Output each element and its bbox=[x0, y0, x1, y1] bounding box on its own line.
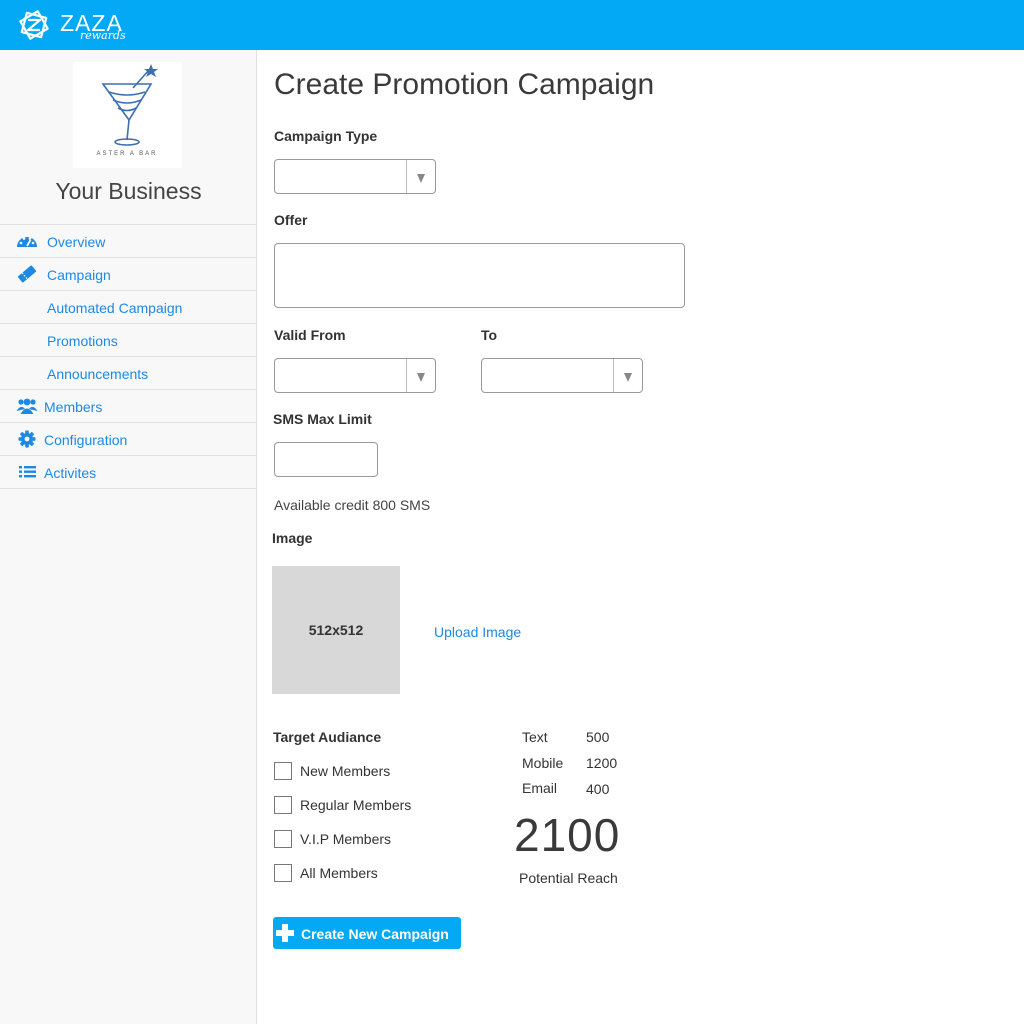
audience-new-members[interactable]: New Members bbox=[274, 761, 390, 781]
sidebar-item-activites[interactable]: Activites bbox=[0, 456, 257, 489]
business-name: Your Business bbox=[55, 178, 202, 204]
audience-vip-members[interactable]: V.I.P Members bbox=[274, 829, 391, 849]
sidebar-item-label: Announcements bbox=[47, 366, 149, 382]
sidebar-item-members[interactable]: Members bbox=[0, 390, 257, 423]
ticket-icon bbox=[17, 265, 37, 283]
select-divider bbox=[406, 359, 407, 392]
target-audience-label: Target Audiance bbox=[273, 729, 382, 745]
to-label: To bbox=[481, 327, 498, 343]
valid-to-select[interactable] bbox=[481, 358, 643, 393]
stat-email-value: 400 bbox=[586, 781, 610, 797]
checkbox-label: All Members bbox=[300, 865, 378, 881]
sms-max-limit-field[interactable] bbox=[274, 442, 378, 477]
users-icon bbox=[16, 398, 38, 414]
sidebar-item-automated-campaign[interactable]: Automated Campaign bbox=[0, 291, 257, 324]
chevron-down-icon bbox=[624, 373, 632, 382]
checkbox-label: V.I.P Members bbox=[300, 831, 392, 847]
sms-max-limit-label: SMS Max Limit bbox=[273, 411, 372, 427]
campaign-type-label: Campaign Type bbox=[274, 128, 378, 144]
brand-subtitle: rewards bbox=[80, 29, 126, 42]
upload-image-link[interactable]: Upload Image bbox=[434, 624, 521, 640]
offer-label: Offer bbox=[274, 212, 308, 228]
checkbox-label: Regular Members bbox=[300, 797, 412, 813]
sidebar-item-configuration[interactable]: Configuration bbox=[0, 423, 257, 456]
brand-logo[interactable]: ZAZA rewards bbox=[16, 7, 130, 43]
create-campaign-button[interactable]: Create New Campaign bbox=[273, 917, 461, 949]
sidebar-nav: Overview Campaign Automated Campaign Pro… bbox=[0, 224, 257, 489]
audience-all-members[interactable]: All Members bbox=[274, 863, 378, 883]
checkbox[interactable] bbox=[274, 796, 292, 814]
sidebar-item-announcements[interactable]: Announcements bbox=[0, 357, 257, 390]
campaign-type-select[interactable] bbox=[274, 159, 436, 194]
chevron-down-icon bbox=[417, 373, 425, 382]
select-divider bbox=[613, 359, 614, 392]
logo-text: ASTER A BAR bbox=[96, 151, 157, 157]
sidebar-item-label: Campaign bbox=[47, 267, 111, 283]
dashboard-icon bbox=[17, 237, 37, 247]
offer-field[interactable] bbox=[274, 243, 685, 308]
checkbox[interactable] bbox=[274, 830, 292, 848]
chevron-down-icon bbox=[417, 174, 425, 183]
list-icon bbox=[19, 466, 36, 478]
sidebar-item-campaign[interactable]: Campaign bbox=[0, 258, 257, 291]
zaza-logo-icon bbox=[19, 10, 49, 40]
sidebar-item-overview[interactable]: Overview bbox=[0, 225, 257, 258]
top-bar: ZAZA rewards bbox=[0, 0, 1024, 50]
image-size-text: 512x512 bbox=[308, 622, 364, 638]
stat-text-label: Text bbox=[522, 729, 548, 745]
select-divider bbox=[406, 160, 407, 193]
gear-icon bbox=[18, 430, 36, 448]
plus-icon bbox=[276, 924, 294, 942]
potential-reach-number: 2100 bbox=[514, 809, 621, 861]
stat-mobile-value: 1200 bbox=[586, 755, 618, 771]
create-campaign-label: Create New Campaign bbox=[301, 926, 449, 942]
stat-text-value: 500 bbox=[586, 729, 610, 745]
sidebar-item-label: Activites bbox=[44, 465, 97, 481]
sidebar-item-promotions[interactable]: Promotions bbox=[0, 324, 257, 357]
checkbox-label: New Members bbox=[300, 763, 391, 779]
image-placeholder: 512x512 bbox=[272, 566, 400, 694]
checkbox[interactable] bbox=[274, 864, 292, 882]
valid-from-select[interactable] bbox=[274, 358, 436, 393]
sidebar: ASTER A BAR Your Business Overview Campa… bbox=[0, 50, 257, 1024]
cocktail-logo-icon: ASTER A BAR bbox=[96, 64, 158, 157]
audience-regular-members[interactable]: Regular Members bbox=[274, 795, 411, 815]
potential-reach-label: Potential Reach bbox=[519, 870, 618, 886]
business-logo: ASTER A BAR bbox=[73, 62, 182, 168]
sidebar-item-label: Promotions bbox=[47, 333, 118, 349]
page-title: Create Promotion Campaign bbox=[274, 68, 655, 101]
sidebar-item-label: Configuration bbox=[44, 432, 128, 448]
sidebar-item-label: Members bbox=[44, 399, 103, 415]
stat-mobile-label: Mobile bbox=[522, 755, 564, 771]
valid-from-label: Valid From bbox=[274, 327, 346, 343]
sidebar-item-label: Overview bbox=[47, 234, 106, 250]
image-label: Image bbox=[272, 530, 313, 546]
sidebar-item-label: Automated Campaign bbox=[47, 300, 183, 316]
brand-wordmark: ZAZA rewards bbox=[60, 7, 130, 43]
checkbox[interactable] bbox=[274, 762, 292, 780]
stat-email-label: Email bbox=[522, 780, 558, 796]
available-credit-text: Available credit 800 SMS bbox=[274, 497, 431, 513]
